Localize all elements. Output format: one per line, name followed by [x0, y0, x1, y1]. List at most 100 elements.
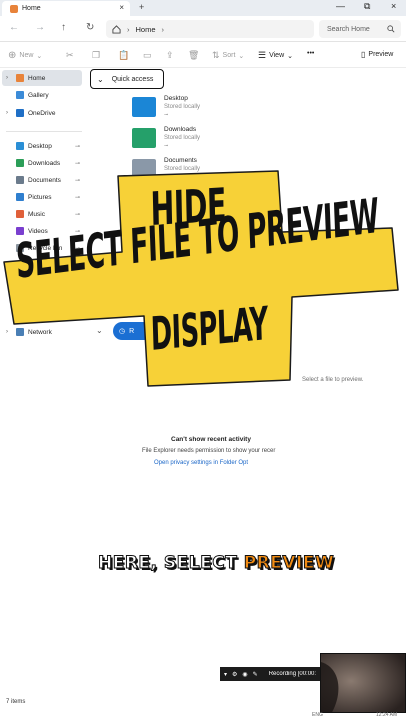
address-bar[interactable]: › Home › — [106, 20, 314, 38]
downloads-folder-icon — [132, 128, 156, 148]
folder-name: Documents — [164, 157, 197, 164]
search-placeholder: Search Home — [327, 25, 370, 33]
address-row: ← → ↑ ↻ › Home › Search Home — [0, 16, 406, 42]
chevron-down-icon[interactable]: ⌄ — [96, 326, 103, 335]
desktop-folder-icon — [132, 97, 156, 117]
preview-pane-icon: ▯ — [361, 50, 366, 59]
sidebar-item-label: Pictures — [28, 193, 52, 201]
sidebar-item-pictures[interactable]: Pictures ⊸ — [2, 189, 82, 205]
tab-home[interactable]: Home × — [2, 1, 130, 16]
chevron-right-icon[interactable]: › — [6, 75, 8, 81]
folder-location: Stored locally — [164, 166, 201, 172]
share-icon[interactable]: ⇪ — [166, 50, 174, 61]
rename-icon[interactable]: ▭ — [143, 50, 152, 61]
new-button[interactable]: ⊕ New ⌄ — [8, 50, 42, 61]
sort-icon: ⇅ — [212, 50, 220, 60]
back-button[interactable]: ← — [9, 22, 19, 33]
maximize-button[interactable]: ⧉ — [364, 1, 370, 12]
caption-prefix: HERE, SELECT — [98, 553, 244, 574]
pin-icon: ⊸ — [164, 112, 169, 118]
search-input[interactable]: Search Home — [319, 20, 401, 38]
quick-access-label: Quick access — [111, 75, 154, 83]
sidebar-item-label: Gallery — [28, 91, 49, 99]
home-icon — [112, 24, 121, 34]
title-bar: Home × + — ⧉ × — [0, 0, 406, 16]
minimize-button[interactable]: — — [336, 1, 345, 11]
folder-name: Desktop — [164, 95, 188, 102]
camera-icon[interactable]: ◉ — [242, 671, 247, 678]
pin-icon: ⊸ — [74, 211, 80, 218]
command-bar: ⊕ New ⌄ ✂ ❐ 📋 ▭ ⇪ 🗑 ⇅ Sort ⌄ ☰ View ⌄ ••… — [0, 42, 406, 68]
refresh-button[interactable]: ↻ — [86, 22, 94, 33]
pin-icon: ⊸ — [74, 177, 80, 184]
empty-state-title: Can't show recent activity — [171, 436, 251, 443]
caption-text: HERE, SELECT PREVIEW — [98, 553, 335, 574]
folder-location: Stored locally — [164, 135, 201, 141]
breadcrumb-chevron-icon: › — [161, 24, 165, 34]
recent-pill[interactable]: ◷ R — [113, 322, 153, 340]
status-bar: 7 items — [0, 696, 406, 720]
chevron-right-icon[interactable]: › — [6, 110, 8, 116]
chevron-right-icon[interactable]: › — [6, 329, 8, 335]
more-options-button[interactable]: ••• — [307, 50, 314, 57]
folder-name: Downloads — [164, 126, 197, 133]
search-icon — [387, 25, 395, 33]
new-tab-button[interactable]: + — [139, 2, 144, 12]
new-label: New — [19, 52, 34, 59]
quick-access-desktop[interactable]: Desktop Stored locally ⊸ — [132, 95, 252, 125]
desktop-icon — [16, 142, 24, 150]
clock-icon: ◷ — [119, 328, 126, 335]
view-icon: ☰ — [258, 50, 267, 60]
delete-icon[interactable]: 🗑 — [188, 50, 199, 61]
chevron-down-icon: ⌄ — [238, 52, 245, 60]
preview-pane-button[interactable]: ▯ Preview — [361, 50, 393, 59]
up-button[interactable]: ↑ — [61, 22, 66, 33]
sidebar-item-label: Downloads — [28, 159, 61, 167]
forward-button[interactable]: → — [35, 22, 45, 33]
chevron-down-icon: ⌄ — [36, 52, 43, 60]
sort-label: Sort — [222, 52, 236, 59]
copy-icon[interactable]: ❐ — [92, 50, 100, 61]
sidebar-item-downloads[interactable]: Downloads ⊸ — [2, 155, 82, 171]
settings-icon[interactable]: ⚙ — [232, 671, 237, 678]
new-plus-icon: ⊕ — [8, 50, 17, 61]
sidebar-item-network[interactable]: › Network — [2, 324, 82, 340]
sidebar-item-gallery[interactable]: Gallery — [2, 87, 82, 103]
recent-pill-label: R — [129, 327, 135, 335]
quick-access-toggle[interactable]: ⌄ Quick access — [90, 69, 164, 89]
tab-close-button[interactable]: × — [119, 3, 124, 12]
chevron-down-icon: ⌄ — [287, 52, 293, 60]
sidebar-item-label: Network — [28, 328, 52, 336]
sidebar-item-documents[interactable]: Documents ⊸ — [2, 172, 82, 188]
privacy-settings-link[interactable]: Open privacy settings in Folder Opt — [154, 460, 248, 466]
sidebar-item-home[interactable]: › Home — [2, 70, 82, 86]
cut-icon[interactable]: ✂ — [66, 50, 74, 61]
sort-button[interactable]: ⇅ Sort ⌄ — [212, 50, 244, 61]
close-window-button[interactable]: × — [391, 1, 396, 11]
navigation-pane: › Home Gallery › OneDrive Desktop ⊸ Downloads ⊸ D… — [0, 68, 86, 348]
documents-folder-icon — [132, 159, 156, 179]
view-button[interactable]: ☰ View ⌄ — [258, 50, 293, 61]
dropdown-icon[interactable]: ▾ — [224, 671, 227, 678]
items-count: 7 items — [6, 699, 26, 705]
pen-icon[interactable]: ✎ — [253, 671, 258, 678]
music-icon — [16, 210, 24, 218]
sidebar-item-onedrive[interactable]: › OneDrive — [2, 105, 82, 121]
breadcrumb-home[interactable]: Home — [136, 25, 156, 34]
paste-icon[interactable]: 📋 — [118, 50, 129, 61]
documents-icon — [16, 176, 24, 184]
sidebar-item-desktop[interactable]: Desktop ⊸ — [2, 138, 82, 154]
quick-access-downloads[interactable]: Downloads Stored locally ⊸ — [132, 126, 252, 156]
preview-pane-message: Select a file to preview. — [302, 377, 364, 383]
clock[interactable]: 12:24 AM — [376, 712, 397, 718]
language-indicator[interactable]: ENG — [312, 712, 323, 718]
sidebar-item-label: Documents — [28, 176, 61, 184]
sidebar-divider — [6, 131, 82, 132]
tab-title: Home — [22, 5, 41, 12]
pin-icon: ⊸ — [74, 194, 80, 201]
caption-highlight: PREVIEW — [243, 553, 335, 574]
gallery-icon — [16, 91, 24, 99]
pin-icon: ⊸ — [164, 143, 169, 149]
sidebar-item-label: OneDrive — [28, 109, 56, 117]
sidebar-item-music[interactable]: Music ⊸ — [2, 206, 82, 222]
